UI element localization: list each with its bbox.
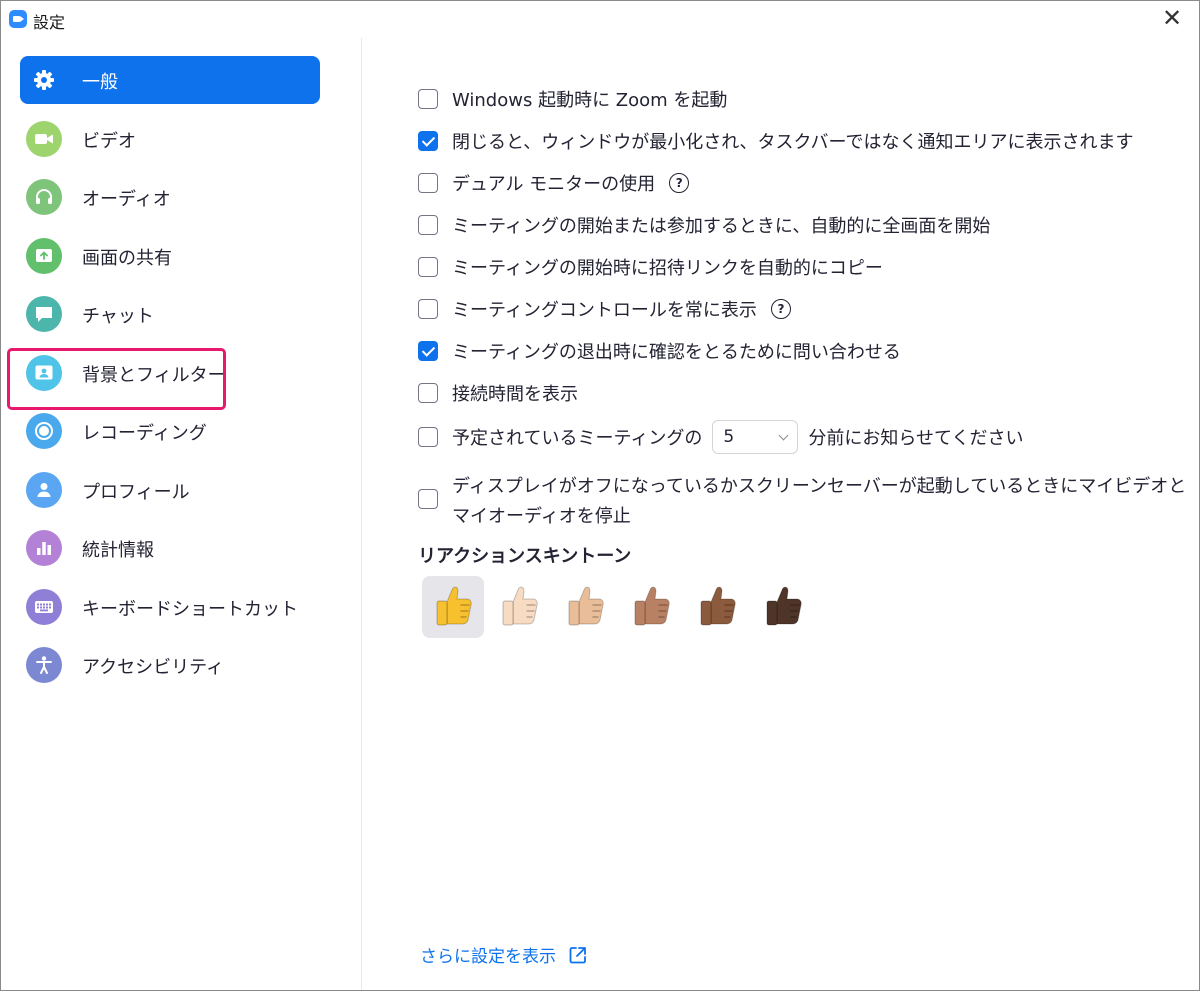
bar-chart-icon	[26, 530, 62, 566]
sidebar-item-label: キーボードショートカット	[82, 598, 298, 620]
headphones-icon	[26, 179, 62, 215]
option-label: ミーティングの退出時に確認をとるために問い合わせる	[452, 342, 901, 363]
zoom-app-icon	[9, 10, 27, 28]
reminder-option[interactable]: 予定されているミーティングの 5 分前にお知らせてください	[418, 420, 1024, 454]
sidebar: 一般ビデオオーディオ画面の共有チャット背景とフィルター レコーディング プロフィール…	[1, 38, 362, 990]
profile-icon	[26, 471, 62, 508]
window-title: 設定	[33, 13, 66, 32]
sidebar-item-label: プロフィール	[82, 481, 190, 503]
skin-tone-thumbs-up-3[interactable]	[620, 576, 682, 638]
sidebar-item-2[interactable]: オーディオ	[20, 173, 320, 221]
skin-tone-thumbs-up-5[interactable]	[752, 576, 814, 638]
option-checkbox[interactable]	[418, 299, 438, 319]
title-bar: 設定 ✕	[1, 1, 1199, 37]
sidebar-item-label: アクセシビリティ	[82, 657, 225, 678]
general-settings-panel: Windows 起動時に Zoom を起動閉じると、ウィンドウが最小化され、タス…	[362, 38, 1199, 990]
option-label: 閉じると、ウィンドウが最小化され、タスクバーではなく通知エリアに表示されます	[452, 132, 1134, 153]
more-settings-link[interactable]: さらに設定を表示	[420, 942, 588, 967]
thumbs-up-icon	[629, 582, 673, 632]
stop-video-audio-checkbox[interactable]	[418, 489, 438, 509]
sidebar-item-10[interactable]: アクセシビリティ	[20, 641, 320, 689]
option-label: ミーティングコントロールを常に表示	[452, 300, 757, 321]
reminder-prefix: 予定されているミーティングの	[452, 428, 703, 449]
general-option[interactable]: Windows 起動時に Zoom を起動	[418, 86, 727, 112]
reminder-suffix: 分前にお知らせてください	[808, 428, 1024, 449]
gear-icon	[26, 62, 62, 98]
more-settings-label: さらに設定を表示	[420, 947, 556, 967]
video-camera-icon	[26, 120, 62, 157]
thumbs-up-icon	[431, 582, 475, 632]
accessibility-icon	[26, 647, 62, 683]
reminder-minutes-select[interactable]: 5	[712, 420, 799, 454]
option-checkbox[interactable]	[418, 341, 438, 361]
option-label: ミーティングの開始または参加するときに、自動的に全画面を開始	[452, 216, 991, 237]
stop-video-audio-label: ディスプレイがオフになっているかスクリーンセーバーが起動しているときにマイビデオ…	[452, 476, 1187, 527]
option-checkbox[interactable]	[418, 257, 438, 277]
option-checkbox[interactable]	[418, 215, 438, 235]
sidebar-item-4[interactable]: チャット	[20, 290, 320, 338]
sidebar-item-5[interactable]: 背景とフィルター	[20, 349, 320, 397]
close-button[interactable]: ✕	[1159, 6, 1185, 32]
thumbs-up-icon	[563, 582, 607, 632]
option-checkbox[interactable]	[418, 173, 438, 193]
sidebar-item-label: 画面の共有	[82, 247, 172, 269]
thumbs-up-icon	[695, 582, 739, 632]
general-option[interactable]: ミーティングコントロールを常に表示?	[418, 296, 791, 322]
sidebar-item-label: オーディオ	[82, 189, 171, 210]
sidebar-item-label: 一般	[82, 72, 118, 93]
general-option[interactable]: ミーティングの開始時に招待リンクを自動的にコピー	[418, 254, 883, 280]
sidebar-item-label: ビデオ	[82, 130, 136, 152]
general-option[interactable]: 閉じると、ウィンドウが最小化され、タスクバーではなく通知エリアに表示されます	[418, 128, 1133, 154]
keyboard-icon	[26, 588, 62, 625]
share-screen-icon	[26, 237, 62, 274]
reaction-skin-tone-title: リアクションスキントーン	[418, 546, 632, 567]
external-link-icon	[569, 946, 586, 963]
option-checkbox[interactable]	[418, 131, 438, 151]
skin-tone-thumbs-up-0[interactable]	[422, 576, 484, 638]
skin-tone-thumbs-up-4[interactable]	[686, 576, 748, 638]
option-label: 接続時間を表示	[452, 384, 578, 405]
help-icon[interactable]: ?	[770, 299, 791, 319]
settings-window: 設定 ✕ 一般ビデオオーディオ画面の共有チャット背景とフィルター レコーディングプ…	[0, 0, 1200, 991]
sidebar-item-3[interactable]: 画面の共有	[20, 232, 320, 280]
chevron-down-icon	[778, 430, 789, 440]
option-label: ミーティングの開始時に招待リンクを自動的にコピー	[452, 258, 883, 279]
thumbs-up-icon	[497, 582, 541, 632]
sidebar-item-label: 統計情報	[82, 540, 154, 561]
sidebar-item-7[interactable]: プロフィール	[20, 466, 320, 514]
background-person-icon	[26, 354, 62, 391]
general-option[interactable]: ミーティングの開始または参加するときに、自動的に全画面を開始	[418, 212, 990, 238]
option-checkbox[interactable]	[418, 383, 438, 403]
general-option[interactable]: デュアル モニターの使用?	[418, 170, 690, 196]
help-icon[interactable]: ?	[669, 173, 690, 193]
sidebar-item-label: レコーディング	[82, 423, 207, 444]
sidebar-item-label: チャット	[82, 306, 154, 327]
sidebar-item-0[interactable]: 一般	[20, 56, 320, 104]
sidebar-item-6[interactable]: レコーディング	[20, 407, 320, 455]
record-icon	[26, 413, 62, 449]
chat-bubble-icon	[26, 296, 62, 332]
sidebar-item-1[interactable]: ビデオ	[20, 115, 320, 163]
skin-tone-thumbs-up-2[interactable]	[554, 576, 616, 638]
reminder-minutes-value: 5	[723, 427, 735, 447]
thumbs-up-icon	[761, 582, 805, 632]
sidebar-item-8[interactable]: 統計情報	[20, 524, 320, 572]
sidebar-item-9[interactable]: キーボードショートカット	[20, 583, 320, 631]
general-option[interactable]: ミーティングの退出時に確認をとるために問い合わせる	[418, 338, 901, 364]
skin-tone-thumbs-up-1[interactable]	[488, 576, 550, 638]
general-option[interactable]: 接続時間を表示	[418, 380, 578, 406]
sidebar-item-label: 背景とフィルター	[82, 364, 226, 386]
reminder-checkbox[interactable]	[418, 427, 438, 447]
option-label: デュアル モニターの使用	[452, 174, 656, 195]
option-label: Windows 起動時に Zoom を起動	[452, 90, 728, 111]
option-checkbox[interactable]	[418, 89, 438, 109]
